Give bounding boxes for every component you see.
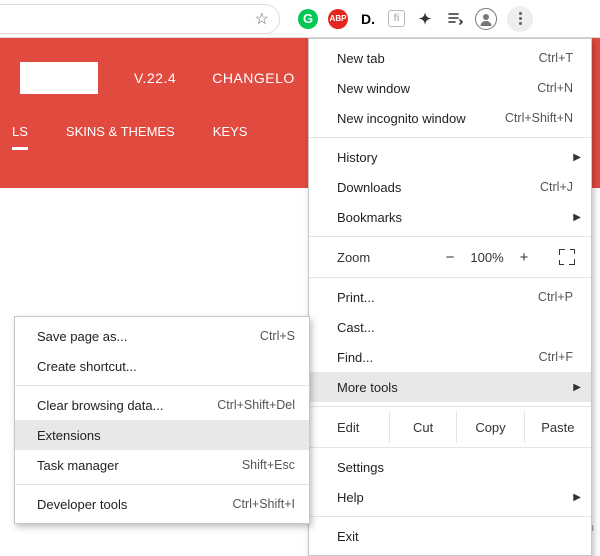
menu-bookmarks[interactable]: Bookmarks ▶ [309, 202, 591, 232]
menu-find[interactable]: Find... Ctrl+F [309, 342, 591, 372]
submenu-arrow-icon: ▶ [573, 382, 581, 393]
submenu-clear-browsing-data[interactable]: Clear browsing data... Ctrl+Shift+Del [15, 390, 309, 420]
tab-keys[interactable]: KEYS [213, 124, 248, 150]
menu-shortcut: Ctrl+F [539, 350, 573, 364]
submenu-extensions[interactable]: Extensions [15, 420, 309, 450]
tab-skins-themes[interactable]: SKINS & THEMES [66, 124, 175, 150]
menu-shortcut: Ctrl+Shift+Del [217, 398, 295, 412]
menu-separator [309, 406, 591, 407]
menu-separator [309, 137, 591, 138]
menu-exit[interactable]: Exit [309, 521, 591, 551]
menu-label: Bookmarks [337, 210, 573, 225]
zoom-in-button[interactable]: + [509, 249, 539, 266]
menu-shortcut: Ctrl+Shift+N [505, 111, 573, 125]
edit-label: Edit [337, 420, 389, 435]
menu-label: More tools [337, 380, 573, 395]
menu-shortcut: Ctrl+S [260, 329, 295, 343]
menu-separator [15, 484, 309, 485]
menu-help[interactable]: Help ▶ [309, 482, 591, 512]
menu-history[interactable]: History ▶ [309, 142, 591, 172]
edit-paste-button[interactable]: Paste [524, 411, 591, 443]
extension-icons: G ABP D. fi ✦ [298, 6, 533, 32]
menu-shortcut: Ctrl+P [538, 290, 573, 304]
submenu-developer-tools[interactable]: Developer tools Ctrl+Shift+I [15, 489, 309, 519]
menu-separator [309, 516, 591, 517]
submenu-arrow-icon: ▶ [573, 492, 581, 503]
fullscreen-icon[interactable] [559, 249, 575, 265]
bookmark-star-icon[interactable]: ☆ [255, 9, 269, 29]
menu-label: Print... [337, 290, 538, 305]
menu-label: Cast... [337, 320, 573, 335]
extension-adblock-icon[interactable]: ABP [328, 9, 348, 29]
edit-copy-button[interactable]: Copy [456, 411, 523, 443]
menu-label: Help [337, 490, 573, 505]
submenu-save-page[interactable]: Save page as... Ctrl+S [15, 321, 309, 351]
omnibox[interactable]: ☆ [0, 4, 280, 34]
extensions-puzzle-icon[interactable]: ✦ [415, 9, 435, 29]
zoom-label: Zoom [337, 250, 435, 265]
submenu-create-shortcut[interactable]: Create shortcut... [15, 351, 309, 381]
menu-label: History [337, 150, 573, 165]
menu-new-incognito[interactable]: New incognito window Ctrl+Shift+N [309, 103, 591, 133]
menu-label: Developer tools [37, 497, 232, 512]
menu-label: New window [337, 81, 537, 96]
profile-avatar-icon[interactable] [475, 8, 497, 30]
menu-label: Extensions [37, 428, 295, 443]
submenu-arrow-icon: ▶ [573, 212, 581, 223]
tab-ls[interactable]: LS [12, 124, 28, 150]
menu-shortcut: Ctrl+J [540, 180, 573, 194]
menu-downloads[interactable]: Downloads Ctrl+J [309, 172, 591, 202]
more-tools-submenu: Save page as... Ctrl+S Create shortcut..… [14, 316, 310, 524]
extension-grammarly-icon[interactable]: G [298, 9, 318, 29]
submenu-task-manager[interactable]: Task manager Shift+Esc [15, 450, 309, 480]
extension-d-icon[interactable]: D. [358, 9, 378, 29]
menu-label: Task manager [37, 458, 242, 473]
changelog-link[interactable]: CHANGELO [212, 70, 295, 86]
menu-label: Downloads [337, 180, 540, 195]
menu-label: Clear browsing data... [37, 398, 217, 413]
menu-separator [309, 447, 591, 448]
menu-label: Exit [337, 529, 573, 544]
menu-label: Settings [337, 460, 573, 475]
menu-label: Find... [337, 350, 539, 365]
menu-shortcut: Ctrl+N [537, 81, 573, 95]
chrome-main-menu: New tab Ctrl+T New window Ctrl+N New inc… [308, 38, 592, 556]
extension-generic-icon[interactable]: fi [388, 10, 405, 27]
menu-new-window[interactable]: New window Ctrl+N [309, 73, 591, 103]
menu-new-tab[interactable]: New tab Ctrl+T [309, 43, 591, 73]
browser-toolbar: ☆ G ABP D. fi ✦ [0, 0, 600, 38]
zoom-value: 100% [465, 250, 509, 265]
reading-list-icon[interactable] [445, 9, 465, 29]
menu-label: Save page as... [37, 329, 260, 344]
menu-label: New tab [337, 51, 539, 66]
menu-shortcut: Ctrl+Shift+I [232, 497, 295, 511]
menu-more-tools[interactable]: More tools ▶ [309, 372, 591, 402]
menu-cast[interactable]: Cast... [309, 312, 591, 342]
zoom-out-button[interactable]: − [435, 249, 465, 266]
menu-separator [309, 236, 591, 237]
menu-label: New incognito window [337, 111, 505, 126]
page-search-input[interactable] [20, 62, 98, 94]
edit-cut-button[interactable]: Cut [389, 411, 456, 443]
menu-separator [15, 385, 309, 386]
submenu-arrow-icon: ▶ [573, 152, 581, 163]
chrome-menu-button[interactable] [507, 6, 533, 32]
menu-separator [309, 277, 591, 278]
version-label: V.22.4 [134, 70, 176, 86]
menu-label: Create shortcut... [37, 359, 295, 374]
menu-edit: Edit Cut Copy Paste [309, 411, 591, 443]
menu-shortcut: Ctrl+T [539, 51, 573, 65]
menu-print[interactable]: Print... Ctrl+P [309, 282, 591, 312]
menu-settings[interactable]: Settings [309, 452, 591, 482]
menu-zoom: Zoom − 100% + [309, 241, 591, 273]
menu-shortcut: Shift+Esc [242, 458, 295, 472]
